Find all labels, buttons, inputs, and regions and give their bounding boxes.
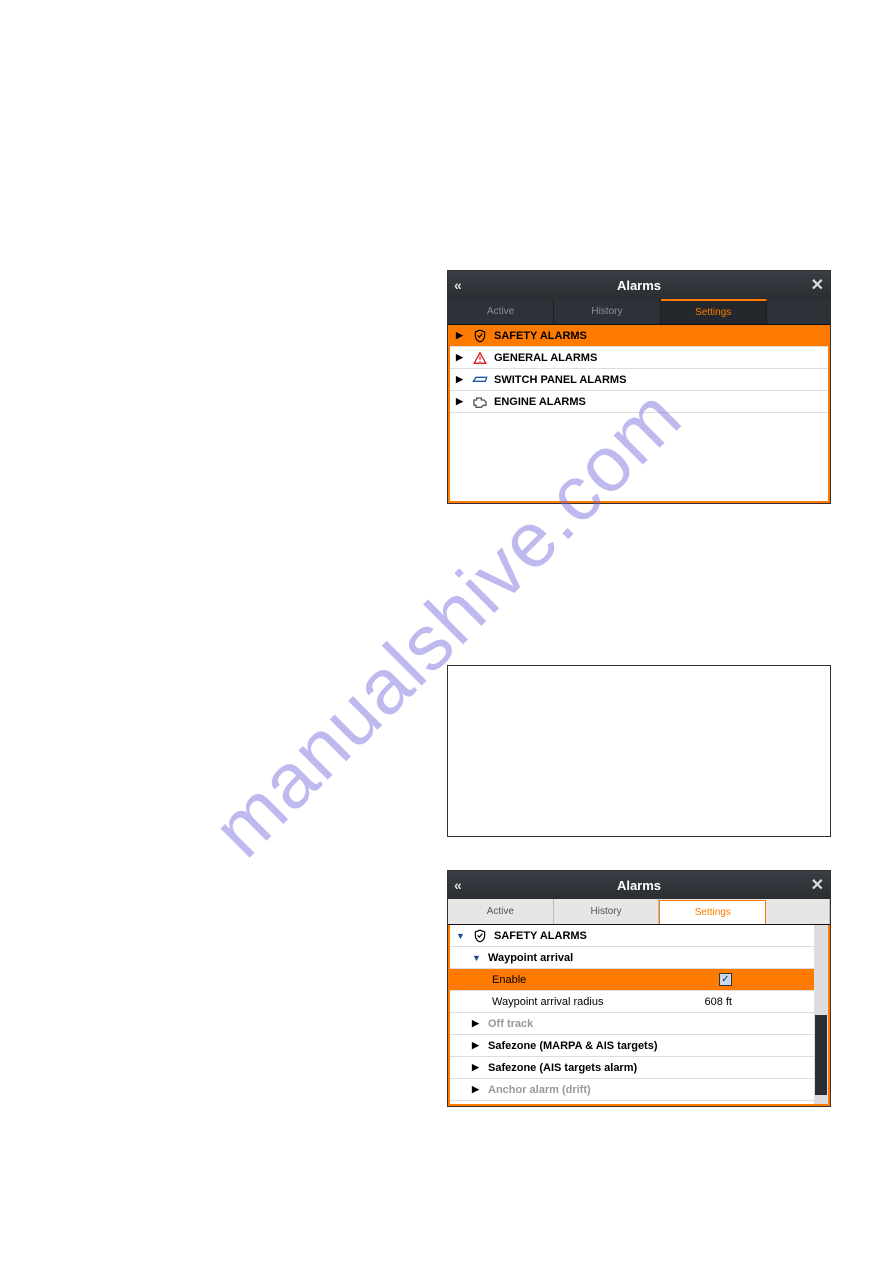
row-label: SWITCH PANEL ALARMS — [494, 374, 626, 386]
collapse-icon: ▼ — [472, 953, 482, 963]
back-icon[interactable]: « — [454, 877, 462, 893]
tab-history[interactable]: History — [554, 899, 660, 924]
blank-panel — [447, 665, 831, 837]
tab-history[interactable]: History — [554, 299, 660, 324]
scrollbar-thumb[interactable] — [815, 1015, 827, 1096]
titlebar: « Alarms ✕ — [448, 871, 830, 899]
boat-icon — [472, 373, 488, 387]
tabs: Active History Settings — [448, 899, 830, 925]
expand-icon: ▶ — [456, 374, 466, 385]
back-icon[interactable]: « — [454, 277, 462, 293]
row-label: SAFETY ALARMS — [494, 330, 587, 342]
engine-icon — [472, 395, 488, 409]
row-label: Safezone (MARPA & AIS targets) — [488, 1040, 658, 1052]
tab-active[interactable]: Active — [448, 299, 554, 324]
alarms-panel-settings-expanded: « Alarms ✕ Active History Settings ▼ SAF… — [447, 870, 831, 1107]
row-switch-panel-alarms[interactable]: ▶ SWITCH PANEL ALARMS — [450, 369, 828, 391]
tab-spacer — [766, 899, 830, 924]
expand-icon: ▶ — [456, 396, 466, 407]
row-general-alarms[interactable]: ▶ GENERAL ALARMS — [450, 347, 828, 369]
tab-settings[interactable]: Settings — [659, 900, 766, 924]
row-label: Safezone (AIS targets alarm) — [488, 1062, 637, 1074]
expand-icon: ▶ — [456, 330, 466, 341]
row-safety-alarms[interactable]: ▼ SAFETY ALARMS — [450, 925, 828, 947]
expand-icon: ▶ — [472, 1018, 482, 1029]
expand-icon: ▶ — [456, 352, 466, 363]
row-anchor-alarm[interactable]: ▶ Anchor alarm (drift) — [450, 1079, 828, 1101]
tabs: Active History Settings — [448, 299, 830, 325]
scrollbar[interactable] — [814, 925, 828, 1104]
warning-triangle-icon — [472, 351, 488, 365]
settings-list: ▶ SAFETY ALARMS ▶ GENERAL ALARMS ▶ SWITC… — [448, 325, 830, 503]
expand-icon: ▶ — [472, 1084, 482, 1095]
row-safety-alarms[interactable]: ▶ SAFETY ALARMS — [450, 325, 828, 347]
row-label: GENERAL ALARMS — [494, 352, 597, 364]
close-icon[interactable]: ✕ — [811, 875, 824, 895]
row-label: Waypoint arrival — [488, 952, 573, 964]
tab-spacer — [767, 299, 830, 324]
row-label: Anchor alarm (drift) — [488, 1084, 591, 1096]
panel-title: Alarms — [617, 878, 661, 893]
expand-icon: ▶ — [472, 1040, 482, 1051]
row-safezone-ais[interactable]: ▶ Safezone (AIS targets alarm) — [450, 1057, 828, 1079]
collapse-icon: ▼ — [456, 931, 466, 941]
tab-active[interactable]: Active — [448, 899, 554, 924]
expand-icon: ▶ — [472, 1062, 482, 1073]
row-safezone-marpa[interactable]: ▶ Safezone (MARPA & AIS targets) — [450, 1035, 828, 1057]
titlebar: « Alarms ✕ — [448, 271, 830, 299]
row-label: ENGINE ALARMS — [494, 396, 586, 408]
settings-list-expanded: ▼ SAFETY ALARMS ▼ Waypoint arrival Enabl… — [448, 925, 830, 1106]
close-icon[interactable]: ✕ — [811, 275, 824, 295]
row-label: Off track — [488, 1018, 533, 1030]
panel-title: Alarms — [617, 278, 661, 293]
row-label: Enable — [492, 974, 526, 986]
row-enable[interactable]: Enable ✓ — [450, 969, 828, 991]
row-label: Waypoint arrival radius — [492, 996, 603, 1008]
shield-icon — [472, 329, 488, 343]
row-waypoint-arrival[interactable]: ▼ Waypoint arrival — [450, 947, 828, 969]
row-engine-alarms[interactable]: ▶ ENGINE ALARMS — [450, 391, 828, 413]
enable-checkbox[interactable]: ✓ — [719, 973, 732, 986]
row-label: SAFETY ALARMS — [494, 930, 587, 942]
radius-value: 608 ft — [704, 996, 732, 1008]
row-off-track[interactable]: ▶ Off track — [450, 1013, 828, 1035]
alarms-panel-settings-collapsed: « Alarms ✕ Active History Settings ▶ SAF… — [447, 270, 831, 504]
tab-settings[interactable]: Settings — [661, 299, 767, 324]
row-waypoint-radius[interactable]: Waypoint arrival radius 608 ft — [450, 991, 828, 1013]
shield-icon — [472, 929, 488, 943]
